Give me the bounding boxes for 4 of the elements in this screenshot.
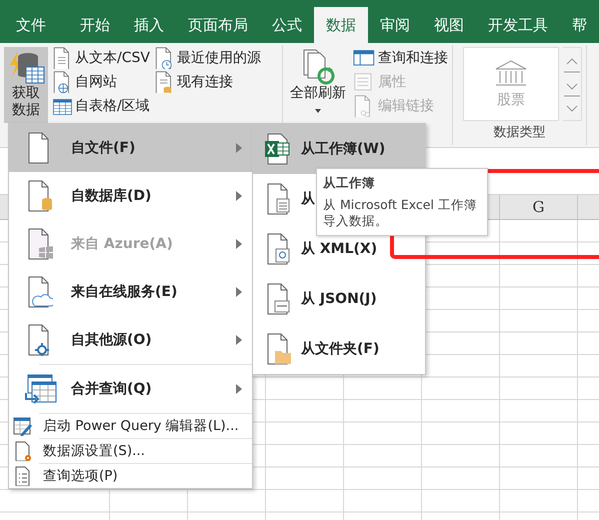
column-header: G <box>500 195 578 219</box>
tooltip-title: 从工作簿 <box>323 175 376 192</box>
tooltip-text: 从 Microsoft Excel 工作簿导入数据。 <box>323 197 478 229</box>
group-label: 数据类型 <box>492 124 546 142</box>
